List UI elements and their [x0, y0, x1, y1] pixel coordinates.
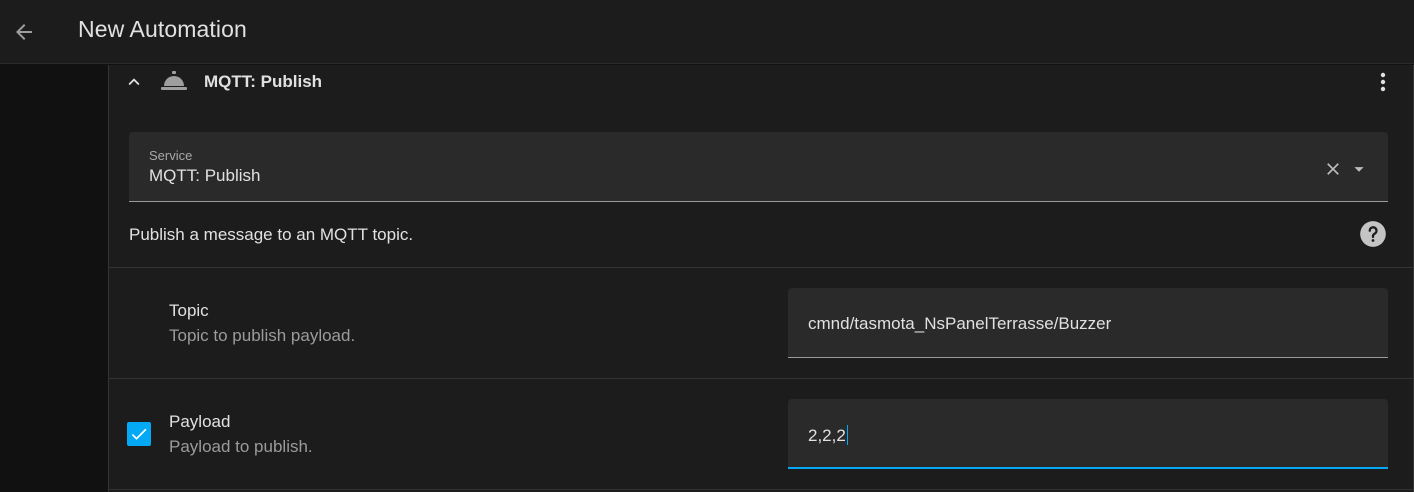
param-description: Payload to publish.	[169, 437, 313, 456]
param-row-payload: Payload Payload to publish. 2,2,2	[109, 379, 1413, 490]
service-label: Service	[149, 148, 193, 163]
arrow-left-icon	[16, 24, 32, 40]
payload-input[interactable]: 2,2,2	[788, 399, 1388, 469]
action-title: MQTT: Publish	[204, 72, 323, 91]
check-icon	[131, 428, 147, 440]
param-row-topic: Topic Topic to publish payload. cmnd/tas…	[109, 268, 1413, 379]
service-value: MQTT: Publish	[149, 166, 261, 185]
menu-down-icon[interactable]	[1348, 158, 1370, 180]
service-description: Publish a message to an MQTT topic.	[129, 225, 414, 244]
back-button[interactable]	[4, 12, 44, 52]
dots-vertical-icon[interactable]	[1371, 69, 1395, 95]
page-title: New Automation	[78, 16, 247, 42]
topic-input[interactable]: cmnd/tasmota_NsPanelTerrasse/Buzzer	[788, 288, 1388, 358]
param-name: Payload	[169, 412, 231, 431]
payload-input-value: 2,2,2	[808, 425, 848, 446]
service-select[interactable]: Service MQTT: Publish	[129, 132, 1388, 202]
payload-checkbox[interactable]	[127, 422, 151, 446]
service-bell-icon	[159, 68, 189, 94]
text-caret	[846, 425, 848, 445]
action-header[interactable]: MQTT: Publish	[109, 65, 1413, 99]
left-gutter	[0, 65, 108, 492]
help-circle-icon[interactable]	[1359, 220, 1387, 248]
payload-text: 2,2,2	[808, 426, 846, 445]
top-app-bar: New Automation	[0, 0, 1414, 64]
divider	[109, 489, 1413, 490]
chevron-up-icon[interactable]	[123, 71, 145, 93]
close-icon[interactable]	[1322, 158, 1344, 180]
action-card: MQTT: Publish Service MQTT: Publish Publ…	[108, 65, 1414, 492]
topic-input-value: cmnd/tasmota_NsPanelTerrasse/Buzzer	[808, 314, 1112, 333]
param-description: Topic to publish payload.	[169, 326, 356, 345]
param-name: Topic	[169, 301, 209, 320]
